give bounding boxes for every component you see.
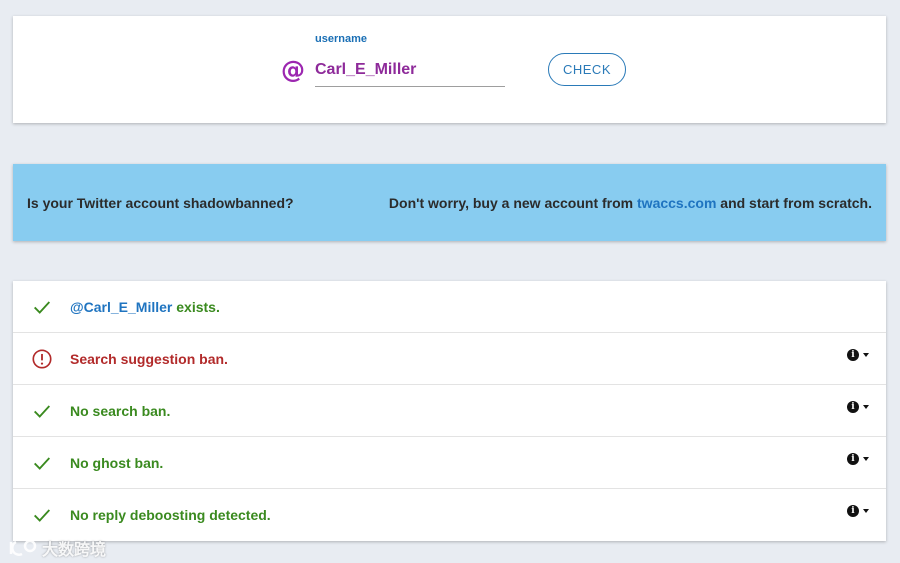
result-row-reply-deboosting: No reply deboosting detected. i — [13, 489, 886, 541]
username-label: username — [315, 33, 367, 45]
caret-down-icon — [863, 457, 869, 461]
banner-question: Is your Twitter account shadowbanned? — [27, 194, 294, 211]
result-text: No search ban. — [70, 402, 171, 419]
details-toggle[interactable]: i — [847, 453, 869, 465]
username-mention[interactable]: @Carl_E_Miller — [70, 299, 172, 315]
result-text: No ghost ban. — [70, 454, 164, 471]
result-row-search-suggestion: Search suggestion ban. i — [13, 333, 886, 385]
check-icon — [34, 405, 51, 418]
username-input[interactable] — [315, 54, 505, 87]
caret-down-icon — [863, 509, 869, 513]
info-icon: i — [847, 349, 859, 361]
twaccs-link[interactable]: twaccs.com — [637, 195, 716, 211]
at-sign-icon: @ — [281, 56, 305, 84]
details-toggle[interactable]: i — [847, 401, 869, 413]
info-icon: i — [847, 401, 859, 413]
check-icon — [34, 301, 51, 314]
check-icon — [34, 509, 51, 522]
info-icon: i — [847, 505, 859, 517]
result-row-search-ban: No search ban. i — [13, 385, 886, 437]
result-row-ghost-ban: No ghost ban. i — [13, 437, 886, 489]
watermark-logo-icon — [9, 539, 37, 556]
caret-down-icon — [863, 405, 869, 409]
alert-circle-icon — [32, 349, 52, 369]
result-row-exists: @Carl_E_Miller exists. — [13, 281, 886, 333]
result-text: Search suggestion ban. — [70, 350, 228, 367]
result-text: No reply deboosting detected. — [70, 507, 271, 523]
banner-message-suffix: and start from scratch. — [716, 194, 872, 211]
results-list: @Carl_E_Miller exists. Search suggestion… — [13, 281, 886, 541]
details-toggle[interactable]: i — [847, 505, 869, 517]
watermark: 大数跨境 — [8, 536, 106, 560]
watermark-text: 大数跨境 — [42, 542, 107, 559]
details-toggle[interactable]: i — [847, 349, 869, 361]
caret-down-icon — [863, 353, 869, 357]
result-text-exists: @Carl_E_Miller exists. — [70, 299, 220, 315]
banner-message-prefix: Don't worry, buy a new account from — [388, 194, 638, 211]
check-button[interactable]: CHECK — [548, 53, 626, 86]
promo-banner: Is your Twitter account shadowbanned? Do… — [13, 164, 886, 241]
banner-message: Don't worry, buy a new account from twac… — [389, 195, 872, 211]
exists-suffix: exists. — [172, 298, 220, 315]
info-icon: i — [847, 453, 859, 465]
search-card: @ username CHECK — [13, 16, 886, 123]
check-icon — [34, 457, 51, 470]
